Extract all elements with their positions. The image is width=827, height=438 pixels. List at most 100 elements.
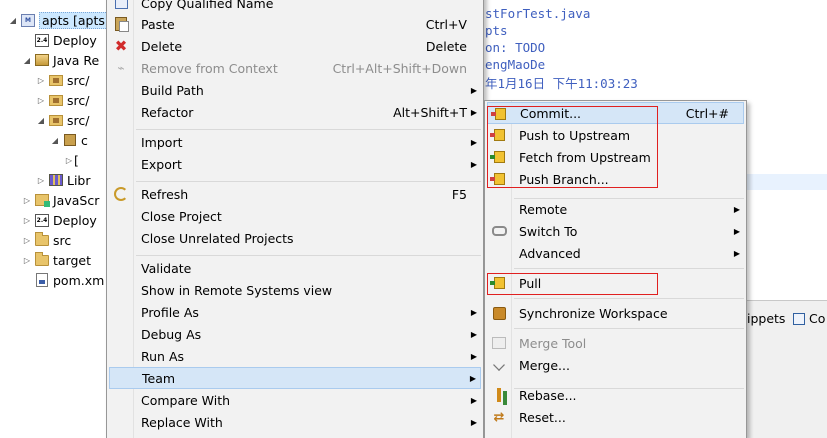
tree-item[interactable]: ◢ Java Re	[22, 50, 99, 70]
editor-current-line	[745, 174, 827, 190]
menu-item-synchronize-workspace[interactable]: Synchronize Workspace	[487, 302, 744, 324]
menu-item-paste[interactable]: Paste Ctrl+V	[109, 13, 481, 35]
menu-item-reset[interactable]: ⇄ Reset...	[487, 406, 744, 428]
tree-item[interactable]: ◢ src/	[36, 110, 90, 130]
context-menu: Copy Qualified Name Paste Ctrl+V ✖ Delete Del…	[106, 0, 484, 438]
tree-item[interactable]: ▷ target	[22, 250, 91, 270]
menu-item-label: Remote	[519, 201, 568, 217]
menu-item-fetch-from-upstream[interactable]: Fetch from Upstream	[487, 146, 744, 168]
tree-item[interactable]: ◢ Mapts [apts	[8, 10, 108, 30]
menu-item-label: Rebase...	[519, 387, 577, 403]
menu-shortcut: Ctrl+Alt+Shift+Down	[332, 60, 467, 76]
tree-item[interactable]: 2.4 Deploy	[22, 30, 97, 50]
menu-item-delete[interactable]: ✖ Delete Delete	[109, 35, 481, 57]
tree-item-label: src	[53, 232, 72, 248]
menu-item-merge-tool[interactable]: Merge Tool	[487, 332, 744, 354]
team-submenu: Commit... Ctrl+# Push to Upstream Fetch fro…	[484, 100, 747, 438]
reset-icon: ⇄	[493, 409, 505, 425]
merge-tool-icon	[491, 335, 507, 351]
tree-item-label: src/	[67, 112, 90, 128]
tree-item-label: src/	[67, 92, 90, 108]
fetch-upstream-icon	[489, 149, 507, 165]
menu-item-label: Close Project	[141, 208, 222, 224]
menu-item-label: Paste	[141, 16, 175, 32]
deploy-icon: 2.4	[34, 32, 50, 48]
collapsed-arrow-icon[interactable]: ▷	[36, 76, 46, 85]
tree-item-label: target	[53, 252, 92, 268]
menu-item-label: Refresh	[141, 186, 189, 202]
tree-item[interactable]: ▷ 2.4 Deploy	[22, 210, 97, 230]
collapsed-arrow-icon[interactable]: ▷	[22, 216, 32, 225]
collapsed-arrow-icon[interactable]: ▷	[64, 156, 74, 165]
menu-item-validate[interactable]: Validate	[109, 257, 481, 279]
menu-shortcut: Ctrl+#	[685, 105, 729, 121]
menu-item-label: Advanced	[519, 245, 581, 261]
submenu-arrow-icon: ▶	[470, 137, 477, 147]
merge-icon	[491, 357, 507, 373]
console-tab[interactable]: Co	[793, 311, 825, 326]
menu-item-compare-with[interactable]: Compare With ▶	[109, 389, 481, 411]
tree-item[interactable]: ▷ src/	[36, 90, 90, 110]
menu-item-commit[interactable]: Commit... Ctrl+#	[487, 102, 744, 124]
menu-item-advanced[interactable]: Advanced ▶	[487, 242, 744, 264]
menu-item-switch-to[interactable]: Switch To ▶	[487, 220, 744, 242]
menu-item-refactor[interactable]: Refactor Alt+Shift+T ▶	[109, 101, 481, 123]
code-line: engMaoDe	[485, 57, 546, 72]
tree-item-label: pom.xm	[53, 272, 105, 288]
project-icon: M	[20, 12, 36, 28]
menu-item-team[interactable]: Team ▶	[109, 367, 481, 389]
menu-item-remote[interactable]: Remote ▶	[487, 198, 744, 220]
paste-icon	[113, 16, 129, 32]
source-folder-icon	[48, 92, 64, 108]
menu-item-profile-as[interactable]: Profile As ▶	[109, 301, 481, 323]
menu-separator	[136, 129, 481, 130]
menu-item-show-in-remote-systems-view[interactable]: Show in Remote Systems view	[109, 279, 481, 301]
collapsed-arrow-icon[interactable]: ▷	[22, 236, 32, 245]
menu-item-remove-from-context[interactable]: ⌁ Remove from Context Ctrl+Alt+Shift+Down	[109, 57, 481, 79]
menu-item-export[interactable]: Export ▶	[109, 153, 481, 175]
tree-item-label: [	[74, 152, 79, 168]
tree-item[interactable]: ◢ c	[50, 130, 88, 150]
package-icon	[62, 132, 78, 148]
expanded-arrow-icon[interactable]: ◢	[36, 116, 46, 125]
menu-shortcut: Ctrl+V	[425, 16, 467, 32]
tree-item[interactable]: ▷ src	[22, 230, 71, 250]
tree-item[interactable]: ▷[	[64, 150, 79, 170]
collapsed-arrow-icon[interactable]: ▷	[36, 176, 46, 185]
menu-item-label: Pull	[519, 275, 542, 291]
menu-item-refresh[interactable]: Refresh F5	[109, 183, 481, 205]
menu-item-build-path[interactable]: Build Path ▶	[109, 79, 481, 101]
snippets-tab[interactable]: ippets	[747, 311, 785, 326]
tree-item[interactable]: ▷ Libr	[36, 170, 91, 190]
menu-item-import[interactable]: Import ▶	[109, 131, 481, 153]
expanded-arrow-icon[interactable]: ◢	[22, 56, 32, 65]
collapsed-arrow-icon[interactable]: ▷	[36, 96, 46, 105]
expanded-arrow-icon[interactable]: ◢	[50, 136, 60, 145]
menu-item-label: Team	[142, 370, 176, 386]
tree-item[interactable]: ▷ JavaScr	[22, 190, 99, 210]
tree-item-label: src/	[67, 72, 90, 88]
menu-item-run-as[interactable]: Run As ▶	[109, 345, 481, 367]
menu-item-push-to-upstream[interactable]: Push to Upstream	[487, 124, 744, 146]
menu-item-label: Build Path	[141, 82, 204, 98]
menu-item-copy-qualified-name[interactable]: Copy Qualified Name	[109, 0, 481, 14]
menu-item-debug-as[interactable]: Debug As ▶	[109, 323, 481, 345]
menu-item-merge[interactable]: Merge...	[487, 354, 744, 376]
menu-item-close-unrelated-projects[interactable]: Close Unrelated Projects	[109, 227, 481, 249]
menu-item-label: Show in Remote Systems view	[141, 282, 333, 298]
menu-item-pull[interactable]: Pull	[487, 272, 744, 294]
expanded-arrow-icon[interactable]: ◢	[8, 16, 18, 25]
collapsed-arrow-icon[interactable]: ▷	[22, 196, 32, 205]
menu-item-replace-with[interactable]: Replace With ▶	[109, 411, 481, 433]
menu-item-push-branch[interactable]: Push Branch...	[487, 168, 744, 190]
code-editor[interactable]: stForTest.java pts on: TODO engMaoDe 年1月16日 …	[485, 0, 827, 100]
project-explorer: ◢ Mapts [apts 2.4 Deploy ◢ Java Re ▷ src/▷ src/◢…	[0, 0, 110, 438]
menu-item-close-project[interactable]: Close Project	[109, 205, 481, 227]
menu-item-label: Switch To	[519, 223, 578, 239]
tree-item[interactable]: ▷ src/	[36, 70, 90, 90]
menu-item-label: Delete	[141, 38, 183, 54]
tree-item[interactable]: pom.xm	[22, 270, 104, 290]
tree-item-label: Deploy	[53, 212, 97, 228]
submenu-arrow-icon: ▶	[470, 351, 477, 361]
collapsed-arrow-icon[interactable]: ▷	[22, 256, 32, 265]
